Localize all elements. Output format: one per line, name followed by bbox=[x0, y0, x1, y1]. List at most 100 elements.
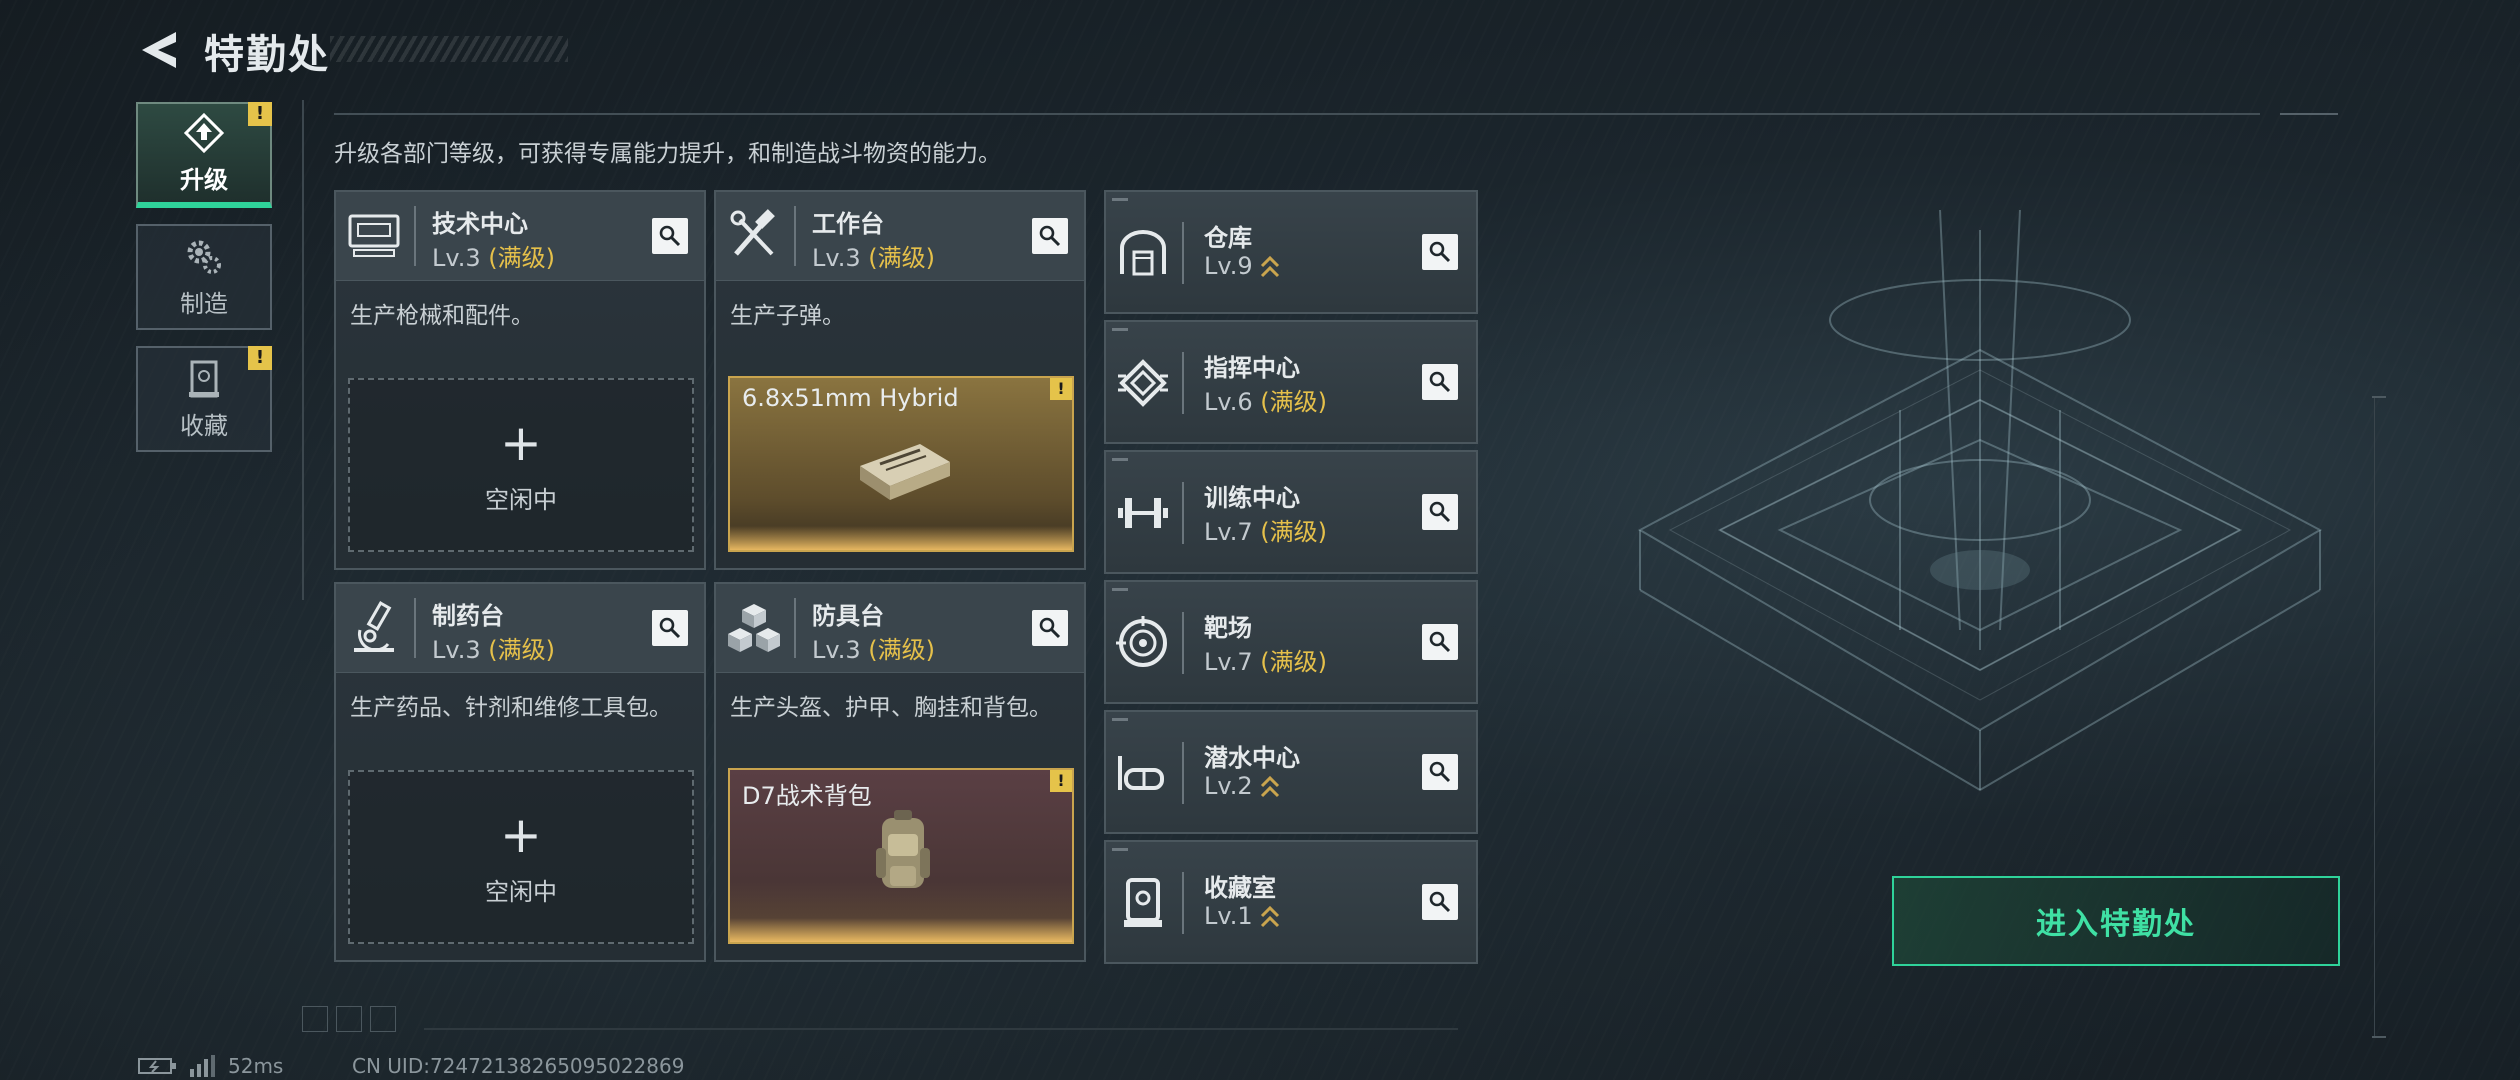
facility-name: 工作台 bbox=[812, 210, 884, 238]
search-button[interactable] bbox=[1422, 884, 1458, 920]
back-arrow-icon[interactable] bbox=[136, 26, 184, 74]
chip-icon bbox=[1118, 359, 1168, 407]
signal-icon bbox=[190, 1055, 215, 1077]
card-separator bbox=[1182, 612, 1184, 674]
tab-upgrade[interactable]: 升级 ! bbox=[136, 102, 272, 208]
facility-card-pharmacy[interactable]: 制药台 Lv.3 (满级) 生产药品、针剂和维修工具包。 + 空闲中 bbox=[334, 582, 706, 962]
max-level-tag: (满级) bbox=[488, 244, 555, 272]
search-button[interactable] bbox=[1422, 494, 1458, 530]
department-card-collection-room[interactable]: 收藏室 Lv.1 bbox=[1104, 840, 1478, 964]
card-corner-mark bbox=[1112, 328, 1128, 331]
facility-card-workbench[interactable]: 工作台 Lv.3 (满级) 生产子弹。 6.8x51mm Hybrid ! bbox=[714, 190, 1086, 570]
scene-frame-line bbox=[2374, 396, 2375, 1036]
department-card-command-center[interactable]: 指挥中心 Lv.6 (满级) bbox=[1104, 320, 1478, 444]
monitor-icon bbox=[348, 214, 400, 257]
facility-name: 技术中心 bbox=[432, 210, 528, 238]
search-button[interactable] bbox=[652, 218, 688, 254]
battery-icon bbox=[138, 1058, 176, 1074]
card-corner-mark bbox=[1112, 848, 1128, 851]
frame-top-line bbox=[334, 113, 2260, 115]
max-level-tag: (满级) bbox=[1260, 648, 1327, 676]
tab-craft[interactable]: 制造 bbox=[136, 224, 272, 330]
tab-collection-label: 收藏 bbox=[180, 411, 228, 440]
search-button[interactable] bbox=[1422, 364, 1458, 400]
card-separator bbox=[1182, 482, 1184, 544]
search-button[interactable] bbox=[1422, 234, 1458, 270]
facility-level: Lv.3 (满级) bbox=[432, 636, 555, 664]
max-level-tag: (满级) bbox=[1260, 388, 1327, 416]
department-level: Lv.2 bbox=[1204, 772, 1281, 800]
frame-top-line-end bbox=[2280, 113, 2338, 115]
status-bar: 52ms bbox=[138, 1054, 283, 1078]
card-header: 技术中心 Lv.3 (满级) bbox=[336, 192, 704, 281]
magnifier-icon bbox=[1039, 617, 1061, 639]
microscope-icon bbox=[354, 601, 394, 652]
magnifier-icon bbox=[659, 225, 681, 247]
tab-craft-label: 制造 bbox=[180, 289, 228, 318]
search-button[interactable] bbox=[1032, 610, 1068, 646]
search-button[interactable] bbox=[1422, 754, 1458, 790]
max-level-tag: (满级) bbox=[488, 636, 555, 664]
card-header: 防具台 Lv.3 (满级) bbox=[716, 584, 1084, 673]
alert-badge: ! bbox=[248, 346, 272, 370]
department-level: Lv.1 bbox=[1204, 902, 1281, 930]
scene-frame-tick bbox=[2372, 396, 2386, 398]
enter-button-label: 进入特勤处 bbox=[2036, 907, 2196, 942]
facility-level: Lv.3 (满级) bbox=[812, 636, 935, 664]
base-wireframe-illustration bbox=[1637, 209, 2323, 792]
department-name: 训练中心 bbox=[1204, 484, 1300, 512]
section-description: 升级各部门等级，可获得专属能力提升，和制造战斗物资的能力。 bbox=[334, 141, 1001, 167]
facility-level: Lv.3 (满级) bbox=[432, 244, 555, 272]
card-separator bbox=[1182, 872, 1184, 934]
footer-line bbox=[424, 1028, 1458, 1030]
gears-icon bbox=[187, 240, 221, 274]
max-level-tag: (满级) bbox=[868, 636, 935, 664]
header-separator bbox=[794, 206, 796, 266]
display-case-icon bbox=[1124, 878, 1162, 927]
department-name: 靶场 bbox=[1204, 614, 1252, 642]
tab-upgrade-label: 升级 bbox=[180, 165, 228, 194]
card-separator bbox=[1182, 222, 1184, 284]
production-slot-active[interactable]: D7战术背包 ! bbox=[728, 768, 1074, 944]
title-decor-stripe bbox=[330, 36, 568, 62]
department-card-shooting-range[interactable]: 靶场 Lv.7 (满级) bbox=[1104, 580, 1478, 704]
production-slot-empty[interactable]: + 空闲中 bbox=[348, 770, 694, 944]
search-button[interactable] bbox=[652, 610, 688, 646]
magnifier-icon bbox=[1429, 501, 1451, 523]
department-card-training-center[interactable]: 训练中心 Lv.7 (满级) bbox=[1104, 450, 1478, 574]
card-header: 工作台 Lv.3 (满级) bbox=[716, 192, 1084, 281]
slot-glow bbox=[730, 526, 1072, 550]
collection-icon bbox=[189, 360, 219, 397]
target-icon bbox=[1116, 616, 1167, 667]
backpack-icon bbox=[876, 810, 930, 888]
production-slot-active[interactable]: 6.8x51mm Hybrid ! bbox=[728, 376, 1074, 552]
card-separator bbox=[1182, 352, 1184, 414]
search-button[interactable] bbox=[1032, 218, 1068, 254]
facility-card-tech-center[interactable]: 技术中心 Lv.3 (满级) 生产枪械和配件。 + 空闲中 bbox=[334, 190, 706, 570]
department-level: Lv.9 bbox=[1204, 252, 1281, 280]
tab-collection[interactable]: 收藏 ! bbox=[136, 346, 272, 452]
department-card-warehouse[interactable]: 仓库 Lv.9 bbox=[1104, 190, 1478, 314]
card-corner-mark bbox=[1112, 198, 1128, 201]
department-card-diving-center[interactable]: 潜水中心 Lv.2 bbox=[1104, 710, 1478, 834]
facility-description: 生产药品、针剂和维修工具包。 bbox=[350, 695, 672, 721]
enter-special-ops-button[interactable]: 进入特勤处 bbox=[1892, 876, 2340, 966]
alert-badge: ! bbox=[1050, 770, 1072, 792]
alert-badge: ! bbox=[248, 102, 272, 126]
header-separator bbox=[794, 598, 796, 658]
search-button[interactable] bbox=[1422, 624, 1458, 660]
facility-description: 生产头盔、护甲、胸挂和背包。 bbox=[730, 695, 1052, 721]
add-icon: + bbox=[500, 414, 542, 472]
facility-description: 生产子弹。 bbox=[730, 303, 845, 329]
card-corner-mark bbox=[1112, 588, 1128, 591]
facility-name: 防具台 bbox=[812, 602, 884, 630]
upgrade-available-icon bbox=[1260, 775, 1279, 798]
alert-badge: ! bbox=[1050, 378, 1072, 400]
magnifier-icon bbox=[1429, 631, 1451, 653]
department-name: 仓库 bbox=[1204, 224, 1252, 252]
header-separator bbox=[414, 598, 416, 658]
production-slot-empty[interactable]: + 空闲中 bbox=[348, 378, 694, 552]
facility-card-armor-bench[interactable]: 防具台 Lv.3 (满级) 生产头盔、护甲、胸挂和背包。 D7战术背包 ! bbox=[714, 582, 1086, 962]
ammo-box-icon bbox=[860, 444, 950, 500]
user-uid: CN UID:72472138265095022869 bbox=[352, 1054, 685, 1078]
